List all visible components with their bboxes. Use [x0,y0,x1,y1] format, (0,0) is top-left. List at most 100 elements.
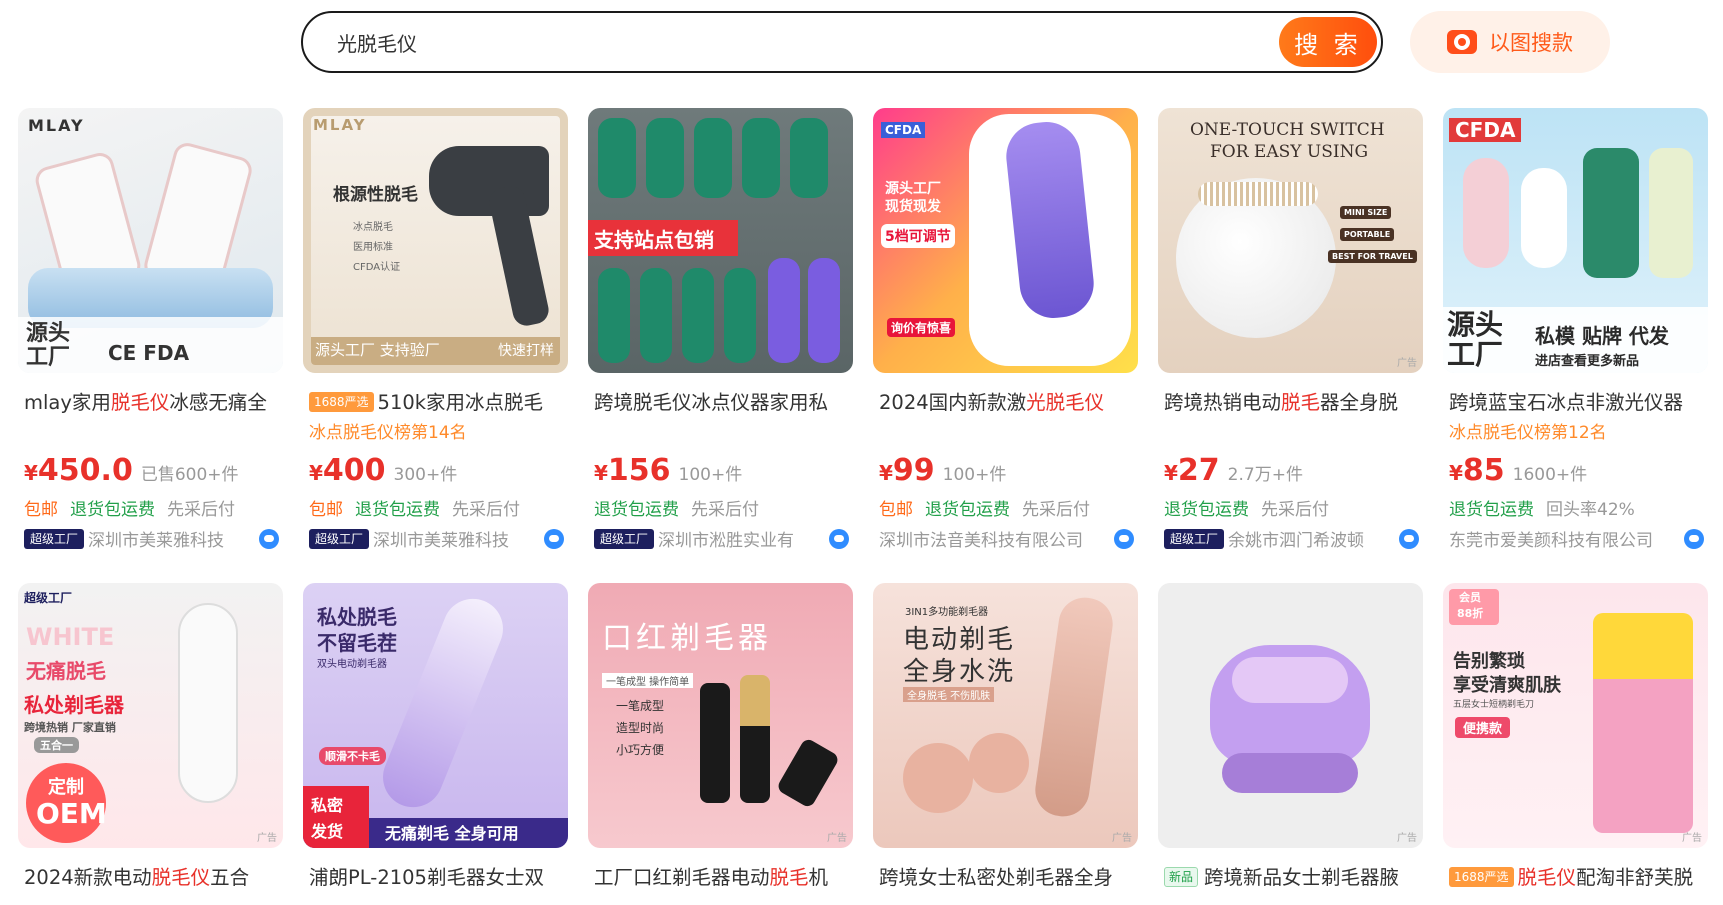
super-factory-badge: 超级工厂 [1164,528,1225,549]
rank-label[interactable] [18,420,283,446]
seller-name[interactable]: 余姚市泗门希波顿 [1228,526,1395,551]
product-card[interactable]: 3IN1多功能剃毛器 电动剃毛 全身水洗 全身脱毛 不伤肌肤 广告 跨境女士私密… [873,583,1138,903]
search-box[interactable]: 搜 索 [301,11,1383,73]
product-title[interactable]: 跨境蓝宝石冰点非激光仪器 [1443,389,1708,417]
sold-count: 1600+件 [1512,465,1588,485]
search-button[interactable]: 搜 索 [1279,17,1377,67]
product-title[interactable]: 2024国内新款激光脱毛仪 [873,389,1138,417]
product-card[interactable]: 会员 88折 告别繁琐 享受清爽肌肤 五层女士短柄剃毛刀 便携款 广告 1688… [1443,583,1708,903]
product-image[interactable]: 口红剃毛器 一笔成型 操作简单 一笔成型 造型时尚 小巧方便 广告 [588,583,853,848]
product-grid-row-1: MLAY 源头 工厂 CE FDA mlay家用脱毛仪冰感无痛全 ¥450.0 … [18,108,1708,584]
product-card[interactable]: 私处脱毛 不留毛茬 双头电动剃毛器 顺滑不卡毛 私密 发货 无痛剃毛 全身可用 … [303,583,568,903]
seller-row[interactable]: 超级工厂 深圳市美莱雅科技 [24,526,279,551]
chat-icon[interactable] [1114,528,1134,549]
price-row: ¥27 2.7万+件 [1164,453,1303,488]
product-image[interactable]: 广告 [1158,583,1423,848]
sold-count: 2.7万+件 [1227,465,1303,485]
product-image[interactable]: MLAY 源头 工厂 CE FDA [18,108,283,373]
product-title[interactable]: 1688严选 脱毛仪配淘非舒芙脱 [1443,864,1708,892]
service-tags: 退货包运费 先采后付 [594,500,759,520]
price-row: ¥85 1600+件 [1449,453,1587,488]
super-factory-badge: 超级工厂 [594,528,655,549]
price-row: ¥400 300+件 [309,453,457,488]
service-tags: 退货包运费 回头率42% [1449,500,1635,520]
seller-name[interactable]: 深圳市美莱雅科技 [88,526,255,551]
product-image[interactable]: 私处脱毛 不留毛茬 双头电动剃毛器 顺滑不卡毛 私密 发货 无痛剃毛 全身可用 [303,583,568,848]
product-title[interactable]: 1688严选 510k家用冰点脱毛 [303,389,568,417]
seller-name[interactable]: 深圳市美莱雅科技 [373,526,540,551]
service-tags: 退货包运费 先采后付 [1164,500,1329,520]
product-card[interactable]: ONE-TOUCH SWITCH FOR EASY USING MINI SIZ… [1158,108,1423,584]
seller-row[interactable]: 深圳市法音美科技有限公司 [879,526,1134,551]
product-card[interactable]: CFDA 源头 工厂 私模 贴牌 代发 进店查看更多新品 跨境蓝宝石冰点非激光仪… [1443,108,1708,584]
product-title[interactable]: 跨境女士私密处剃毛器全身 [873,864,1138,892]
sold-count: 100+件 [942,465,1007,485]
product-image[interactable]: CFDA 源头 工厂 私模 贴牌 代发 进店查看更多新品 [1443,108,1708,373]
product-grid-row-2: 超级工厂 WHITE 无痛脱毛 私处剃毛器 跨境热销 厂家直销 五合一 定制 O… [18,583,1708,903]
sold-count: 已售600+件 [140,465,239,485]
product-title[interactable]: 2024新款电动脱毛仪五合 [18,864,283,892]
service-tags: 包邮 退货包运费 先采后付 [309,500,520,520]
service-tags: 包邮 退货包运费 先采后付 [879,500,1090,520]
product-image[interactable]: ONE-TOUCH SWITCH FOR EASY USING MINI SIZ… [1158,108,1423,373]
rank-label[interactable] [588,420,853,446]
product-card[interactable]: 支持站点包销 跨境脱毛仪冰点仪器家用私 ¥156 100+件 退货包运费 先采后… [588,108,853,584]
seller-row[interactable]: 超级工厂 深圳市淞胜实业有 [594,526,849,551]
chat-icon[interactable] [1684,528,1704,549]
price: ¥27 [1164,453,1220,488]
price: ¥450.0 [24,453,133,488]
product-title[interactable]: mlay家用脱毛仪冰感无痛全 [18,389,283,417]
product-title[interactable]: 跨境脱毛仪冰点仪器家用私 [588,389,853,417]
price: ¥156 [594,453,671,488]
product-card[interactable]: MLAY 源头 工厂 CE FDA mlay家用脱毛仪冰感无痛全 ¥450.0 … [18,108,283,584]
seller-row[interactable]: 东莞市爱美颜科技有限公司 [1449,526,1704,551]
yanxuan-badge: 1688严选 [1449,867,1514,887]
brand-logo: MLAY [28,116,85,135]
product-image[interactable]: 会员 88折 告别繁琐 享受清爽肌肤 五层女士短柄剃毛刀 便携款 广告 [1443,583,1708,848]
seller-name[interactable]: 深圳市淞胜实业有 [658,526,825,551]
product-image[interactable]: 3IN1多功能剃毛器 电动剃毛 全身水洗 全身脱毛 不伤肌肤 广告 [873,583,1138,848]
sold-count: 300+件 [393,465,458,485]
search-input[interactable] [337,30,1137,54]
rank-label[interactable]: 冰点脱毛仪榜第14名 [303,420,568,446]
yanxuan-badge: 1688严选 [309,392,374,412]
seller-name[interactable]: 东莞市爱美颜科技有限公司 [1449,526,1680,551]
price-row: ¥99 100+件 [879,453,1006,488]
rank-label[interactable]: 冰点脱毛仪榜第12名 [1443,420,1708,446]
seller-row[interactable]: 超级工厂 深圳市美莱雅科技 [309,526,564,551]
chat-icon[interactable] [829,528,849,549]
super-factory-badge: 超级工厂 [24,528,85,549]
product-image[interactable]: 支持站点包销 [588,108,853,373]
seller-name[interactable]: 深圳市法音美科技有限公司 [879,526,1110,551]
sold-count: 100+件 [678,465,743,485]
super-factory-badge: 超级工厂 [309,528,370,549]
price: ¥400 [309,453,386,488]
seller-row[interactable]: 超级工厂 余姚市泗门希波顿 [1164,526,1419,551]
price: ¥85 [1449,453,1505,488]
product-card[interactable]: 超级工厂 WHITE 无痛脱毛 私处剃毛器 跨境热销 厂家直销 五合一 定制 O… [18,583,283,903]
rank-label[interactable] [873,420,1138,446]
price-row: ¥156 100+件 [594,453,742,488]
price: ¥99 [879,453,935,488]
chat-icon[interactable] [259,528,279,549]
product-image[interactable]: CFDA 源头工厂 现货现发 5档可调节 询价有惊喜 [873,108,1138,373]
camera-icon [1447,30,1477,54]
new-badge: 新品 [1164,867,1199,887]
product-title[interactable]: 浦朗PL-2105剃毛器女士双 [303,864,568,892]
product-image[interactable]: 超级工厂 WHITE 无痛脱毛 私处剃毛器 跨境热销 厂家直销 五合一 定制 O… [18,583,283,848]
service-tags: 包邮 退货包运费 先采后付 [24,500,235,520]
product-image[interactable]: MLAY 根源性脱毛 冰点脱毛 医用标准 CFDA认证 源头工厂 支持验厂 快速… [303,108,568,373]
product-title[interactable]: 新品 跨境新品女士剃毛器腋 [1158,864,1423,892]
product-card[interactable]: MLAY 根源性脱毛 冰点脱毛 医用标准 CFDA认证 源头工厂 支持验厂 快速… [303,108,568,584]
product-card[interactable]: 广告 新品 跨境新品女士剃毛器腋 [1158,583,1423,903]
product-title[interactable]: 跨境热销电动脱毛器全身脱 [1158,389,1423,417]
rank-label[interactable] [1158,420,1423,446]
chat-icon[interactable] [544,528,564,549]
product-card[interactable]: CFDA 源头工厂 现货现发 5档可调节 询价有惊喜 2024国内新款激光脱毛仪… [873,108,1138,584]
product-card[interactable]: 口红剃毛器 一笔成型 操作简单 一笔成型 造型时尚 小巧方便 广告 工厂口红剃毛… [588,583,853,903]
price-row: ¥450.0 已售600+件 [24,453,239,488]
chat-icon[interactable] [1399,528,1419,549]
image-search-label: 以图搜款 [1489,31,1573,55]
image-search-button[interactable]: 以图搜款 [1410,11,1610,73]
product-title[interactable]: 工厂口红剃毛器电动脱毛机 [588,864,853,892]
